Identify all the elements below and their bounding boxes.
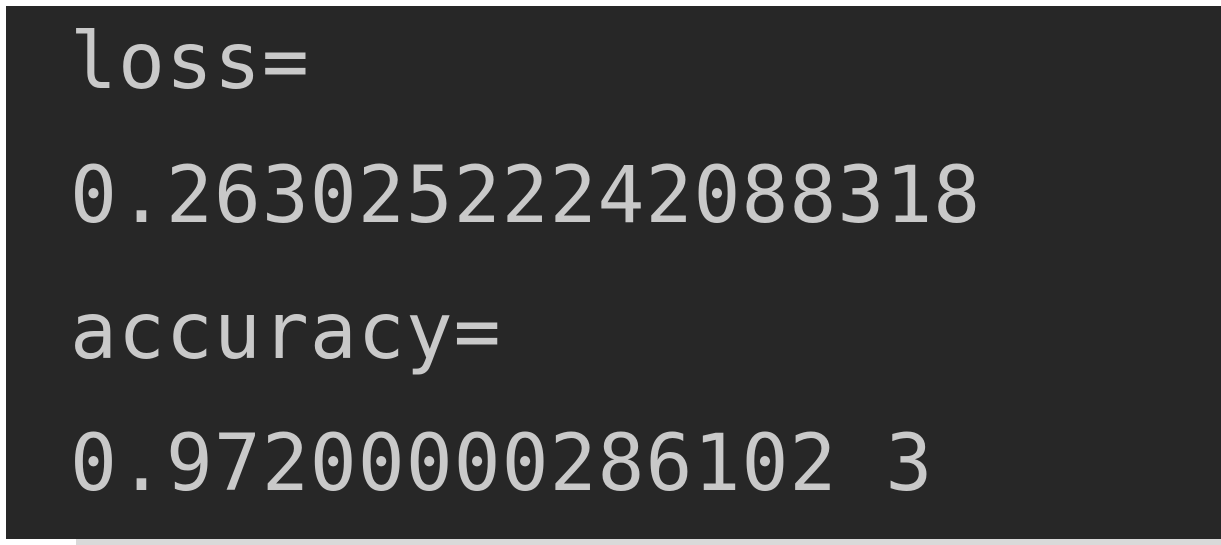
accuracy-value: 0.97200000286102 3 [70, 419, 934, 509]
console-output-panel: loss= 0.26302522242088318 accuracy= 0.97… [6, 6, 1221, 539]
loss-value: 0.26302522242088318 [70, 151, 982, 241]
output-lines: loss= 0.26302522242088318 accuracy= 0.97… [70, 6, 981, 518]
loss-label: loss= [70, 17, 310, 107]
accuracy-label: accuracy= [70, 287, 502, 377]
bottom-border [76, 539, 1221, 545]
screenshot-frame: loss= 0.26302522242088318 accuracy= 0.97… [0, 0, 1221, 545]
